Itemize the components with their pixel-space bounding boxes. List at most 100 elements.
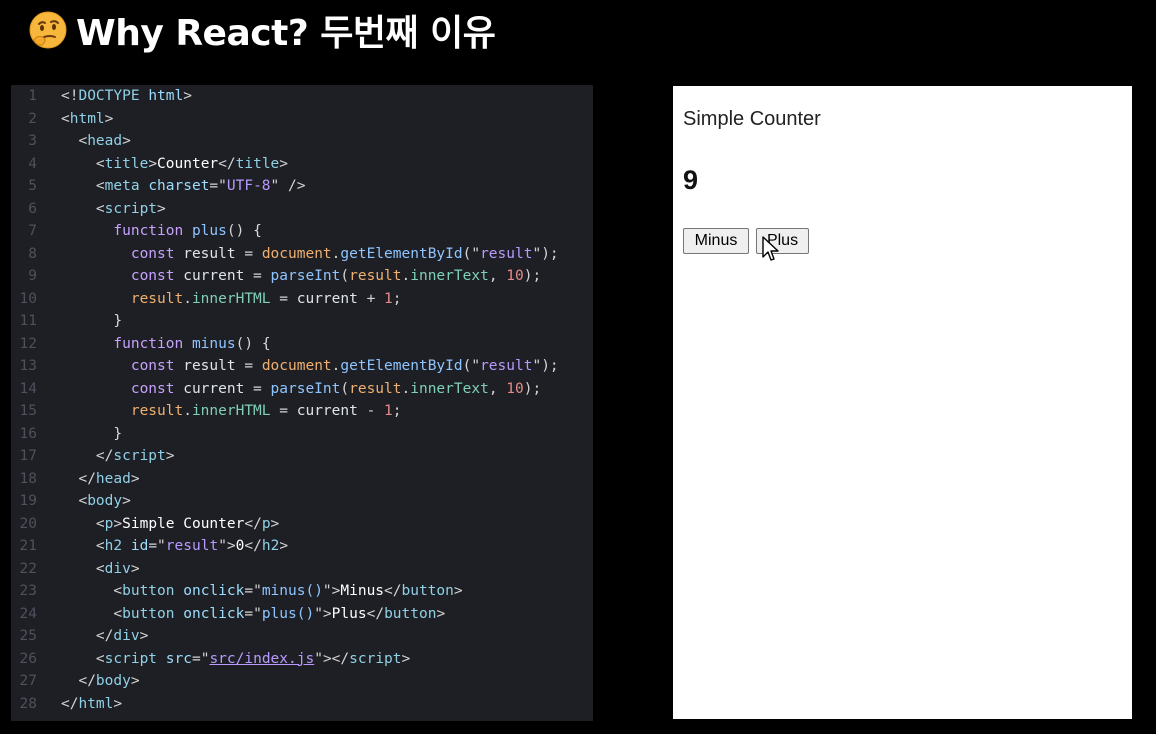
line-number: 7 (28, 223, 37, 239)
code-token: minus (191, 335, 236, 352)
code-token: > (279, 155, 289, 172)
code-line: 16 } (11, 423, 123, 446)
code-token: (" (462, 245, 481, 262)
code-token: =" (209, 178, 227, 194)
code-token: ; (392, 290, 402, 307)
slide-title: Why React? 두번째 이유 (28, 6, 496, 54)
code-token: </ (61, 695, 79, 712)
code-token: innerText (410, 380, 489, 397)
code-token: body (87, 493, 123, 509)
code-token: < (61, 515, 105, 532)
code-token: ; (392, 403, 402, 419)
code-token: const (61, 380, 184, 397)
code-token: Plus (331, 605, 367, 622)
code-token: "></ (314, 650, 350, 667)
line-number: 1 (28, 88, 37, 104)
code-token: script (113, 448, 166, 464)
line-number: 19 (19, 493, 37, 509)
code-token: . (401, 380, 411, 397)
code-token: < (61, 560, 105, 577)
code-line: 9 const current = parseInt(result.innerT… (11, 265, 541, 288)
code-token: const (61, 358, 184, 374)
code-token: > (183, 88, 192, 104)
code-token: > (130, 560, 140, 577)
code-token: head (87, 133, 123, 149)
code-token: function (61, 223, 192, 239)
code-token: function (61, 335, 192, 352)
code-token: < (61, 650, 105, 667)
code-token: script (104, 650, 158, 667)
preview-paragraph: Simple Counter (683, 108, 821, 130)
line-number: 20 (19, 515, 37, 532)
code-token: { (261, 335, 271, 352)
code-token: 10 (506, 268, 524, 284)
thinking-face-icon (29, 11, 67, 49)
code-token: h2 (104, 538, 123, 554)
code-token: , (488, 268, 507, 284)
code-token: button (401, 583, 454, 599)
line-number: 28 (19, 695, 37, 712)
code-line: 25 </div> (11, 625, 149, 648)
slide-title-text: Why React? 두번째 이유 (76, 13, 496, 54)
code-line: 3 <head> (11, 130, 131, 153)
code-token: const (61, 268, 184, 284)
code-token: <! (61, 88, 79, 104)
code-line: 22 <div> (11, 558, 140, 581)
code-token: current (296, 403, 358, 419)
code-token: > (270, 515, 280, 532)
code-token: "); (532, 358, 559, 374)
code-token: script (104, 200, 158, 217)
code-token: body (95, 673, 131, 689)
code-token: onclick (183, 605, 245, 622)
code-token: p (261, 515, 271, 532)
code-line: 7 function plus() { (11, 220, 262, 243)
code-line: 24 <button onclick="plus()">Plus</button… (11, 603, 446, 626)
code-token: < (61, 155, 105, 172)
code-line: 8 const result = document.getElementById… (11, 243, 558, 266)
code-line: 18 </head> (11, 468, 140, 491)
code-token: src (165, 650, 192, 667)
code-token: ( (340, 380, 350, 397)
code-token: = (235, 358, 262, 374)
code-token: ); (523, 380, 542, 397)
code-token: + (357, 290, 385, 307)
code-token: > (130, 470, 140, 487)
code-token: div (104, 560, 131, 577)
code-token: current (183, 268, 245, 284)
line-number: 23 (19, 583, 37, 599)
line-number: 11 (19, 313, 37, 329)
code-line: 2 <html> (11, 108, 113, 131)
code-token: = (270, 403, 297, 419)
line-number: 10 (19, 290, 37, 307)
code-line: 15 result.innerHTML = current - 1; (11, 400, 402, 423)
code-token: < (61, 605, 123, 622)
code-token: result (349, 268, 402, 284)
code-token: current (296, 290, 358, 307)
line-number: 21 (19, 538, 37, 554)
code-token: result (61, 290, 184, 307)
code-token: < (61, 583, 123, 599)
minus-button[interactable]: Minus (683, 228, 749, 254)
browser-preview: Simple Counter 9 Minus Plus (673, 86, 1132, 719)
code-token: < (61, 178, 105, 194)
code-token: < (61, 133, 88, 149)
code-token: = (244, 380, 271, 397)
code-line: 21 <h2 id="result">0</h2> (11, 535, 289, 558)
code-token: title (235, 155, 280, 172)
code-token: > (165, 448, 175, 464)
code-token: 1 (384, 403, 393, 419)
line-number: 5 (28, 178, 37, 194)
code-token: const (61, 245, 184, 262)
code-line: 6 <script> (11, 198, 166, 221)
code-line: 5 <meta charset="UTF-8" /> (11, 175, 305, 198)
code-token: div (113, 628, 140, 644)
code-token: </ (244, 538, 262, 554)
code-token: () (226, 223, 254, 239)
line-number: 3 (28, 133, 37, 149)
code-token: > (113, 695, 123, 712)
code-token: =" (191, 650, 210, 667)
code-token: > (113, 515, 123, 532)
line-number: 24 (19, 605, 37, 622)
